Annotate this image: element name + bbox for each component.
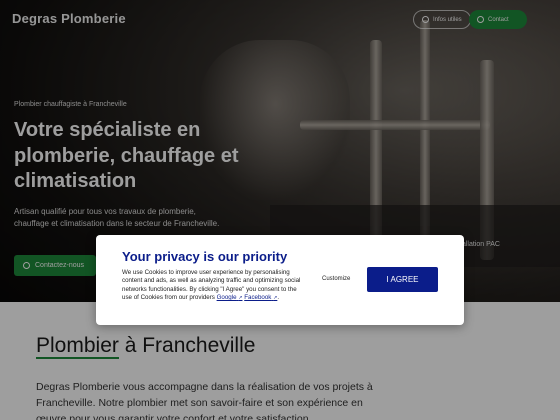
agree-button[interactable]: I AGREE bbox=[367, 267, 438, 292]
facebook-link[interactable]: Facebook ↗ bbox=[244, 294, 277, 301]
modal-backdrop bbox=[0, 0, 560, 420]
customize-button[interactable]: Customize bbox=[322, 276, 350, 282]
external-link-icon: ↗ bbox=[273, 295, 278, 302]
google-link[interactable]: Google ↗ bbox=[217, 294, 243, 301]
external-link-icon: ↗ bbox=[238, 295, 243, 302]
consent-title: Your privacy is our priority bbox=[122, 249, 288, 264]
cookie-consent-dialog: Your privacy is our priority We use Cook… bbox=[96, 235, 464, 325]
facebook-link-label: Facebook bbox=[244, 294, 272, 302]
google-link-label: Google bbox=[216, 294, 237, 302]
consent-text: We use Cookies to improve user experienc… bbox=[122, 269, 301, 302]
